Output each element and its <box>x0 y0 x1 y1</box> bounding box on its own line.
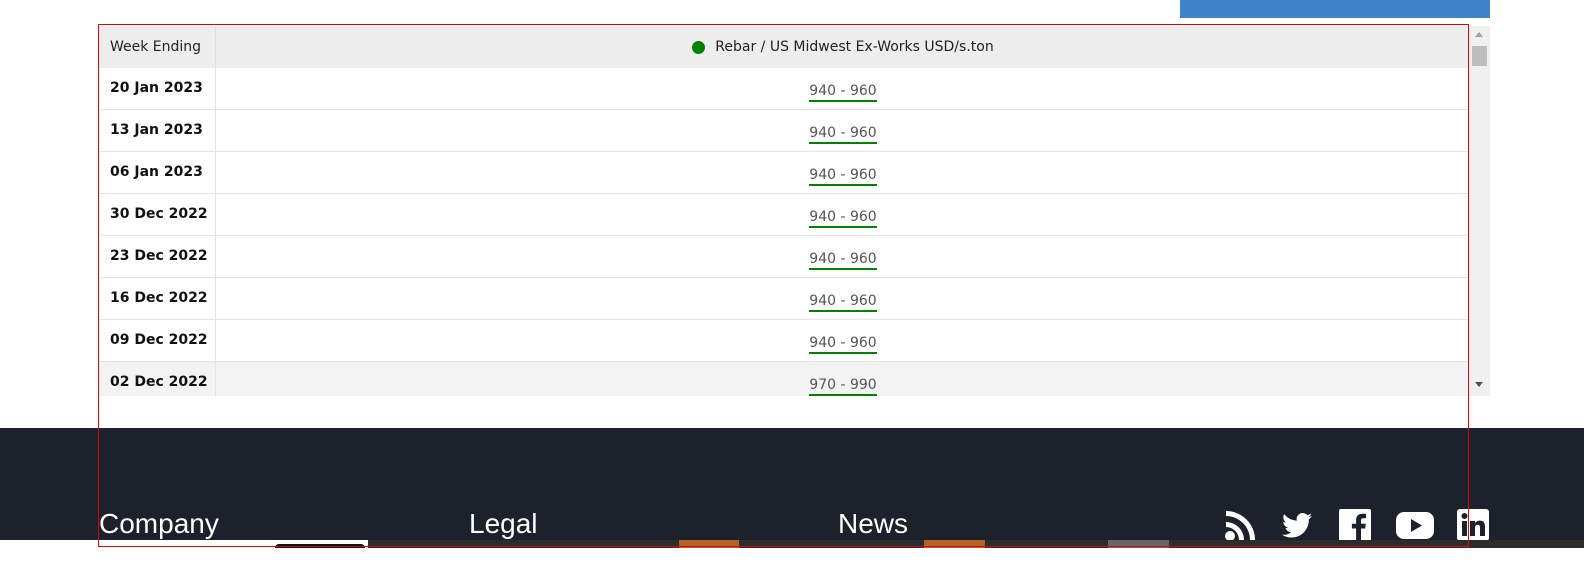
scroll-up-arrow-icon[interactable] <box>1475 32 1483 37</box>
scroll-down-arrow-icon[interactable] <box>1475 382 1483 387</box>
series-legend-dot <box>692 40 706 54</box>
price-range-link[interactable]: 940 - 960 <box>809 293 877 312</box>
week-ending-header: Week Ending <box>99 26 216 68</box>
table-row: 23 Dec 2022 940 - 960 <box>99 236 1469 278</box>
price-range-link[interactable]: 940 - 960 <box>809 125 877 144</box>
price-table: Week Ending Rebar / US Midwest Ex-Works … <box>99 26 1490 396</box>
price-range-link[interactable]: 940 - 960 <box>809 167 877 186</box>
taskbar-item[interactable] <box>679 540 739 548</box>
table-scrollbar[interactable] <box>1469 26 1490 396</box>
taskbar-pill[interactable] <box>275 544 365 548</box>
price-range-link[interactable]: 940 - 960 <box>809 83 877 102</box>
price-range-link[interactable]: 940 - 960 <box>809 335 877 354</box>
week-ending-cell: 16 Dec 2022 <box>99 278 216 319</box>
week-ending-cell: 09 Dec 2022 <box>99 320 216 361</box>
twitter-icon[interactable] <box>1280 508 1314 542</box>
week-ending-cell: 23 Dec 2022 <box>99 236 216 277</box>
week-ending-cell: 20 Jan 2023 <box>99 68 216 109</box>
series-header: Rebar / US Midwest Ex-Works USD/s.ton <box>217 26 1469 68</box>
price-range-link[interactable]: 940 - 960 <box>809 209 877 228</box>
youtube-icon[interactable] <box>1395 508 1434 542</box>
week-ending-cell: 13 Jan 2023 <box>99 110 216 151</box>
price-range-link[interactable]: 940 - 960 <box>809 251 877 270</box>
table-row: 13 Jan 2023 940 - 960 <box>99 110 1469 152</box>
week-ending-cell: 06 Jan 2023 <box>99 152 216 193</box>
scroll-thumb[interactable] <box>1472 46 1487 66</box>
series-label: Rebar / US Midwest Ex-Works USD/s.ton <box>715 39 994 55</box>
table-row: 30 Dec 2022 940 - 960 <box>99 194 1469 236</box>
table-row: 16 Dec 2022 940 - 960 <box>99 278 1469 320</box>
table-row: 20 Jan 2023 940 - 960 <box>99 68 1469 110</box>
footer-heading-legal: Legal <box>469 508 538 539</box>
table-row: 06 Jan 2023 940 - 960 <box>99 152 1469 194</box>
table-row: 02 Dec 2022 970 - 990 <box>99 362 1469 396</box>
bottom-taskbar-strip <box>0 540 1584 548</box>
footer-heading-company: Company <box>99 508 219 539</box>
week-ending-cell: 02 Dec 2022 <box>99 362 216 396</box>
top-blue-button[interactable] <box>1180 0 1490 18</box>
site-footer: Company Legal News <box>0 428 1584 542</box>
taskbar-item[interactable] <box>1108 540 1169 548</box>
table-body: 20 Jan 2023 940 - 960 13 Jan 2023 940 - … <box>99 68 1469 396</box>
rss-icon[interactable] <box>1224 508 1258 542</box>
table-row: 09 Dec 2022 940 - 960 <box>99 320 1469 362</box>
price-range-link[interactable]: 970 - 990 <box>809 377 877 396</box>
footer-heading-news: News <box>838 508 909 539</box>
table-header: Week Ending Rebar / US Midwest Ex-Works … <box>99 26 1469 68</box>
taskbar-item[interactable] <box>924 540 985 548</box>
linkedin-icon[interactable] <box>1456 508 1490 542</box>
facebook-icon[interactable] <box>1338 508 1372 542</box>
week-ending-cell: 30 Dec 2022 <box>99 194 216 235</box>
